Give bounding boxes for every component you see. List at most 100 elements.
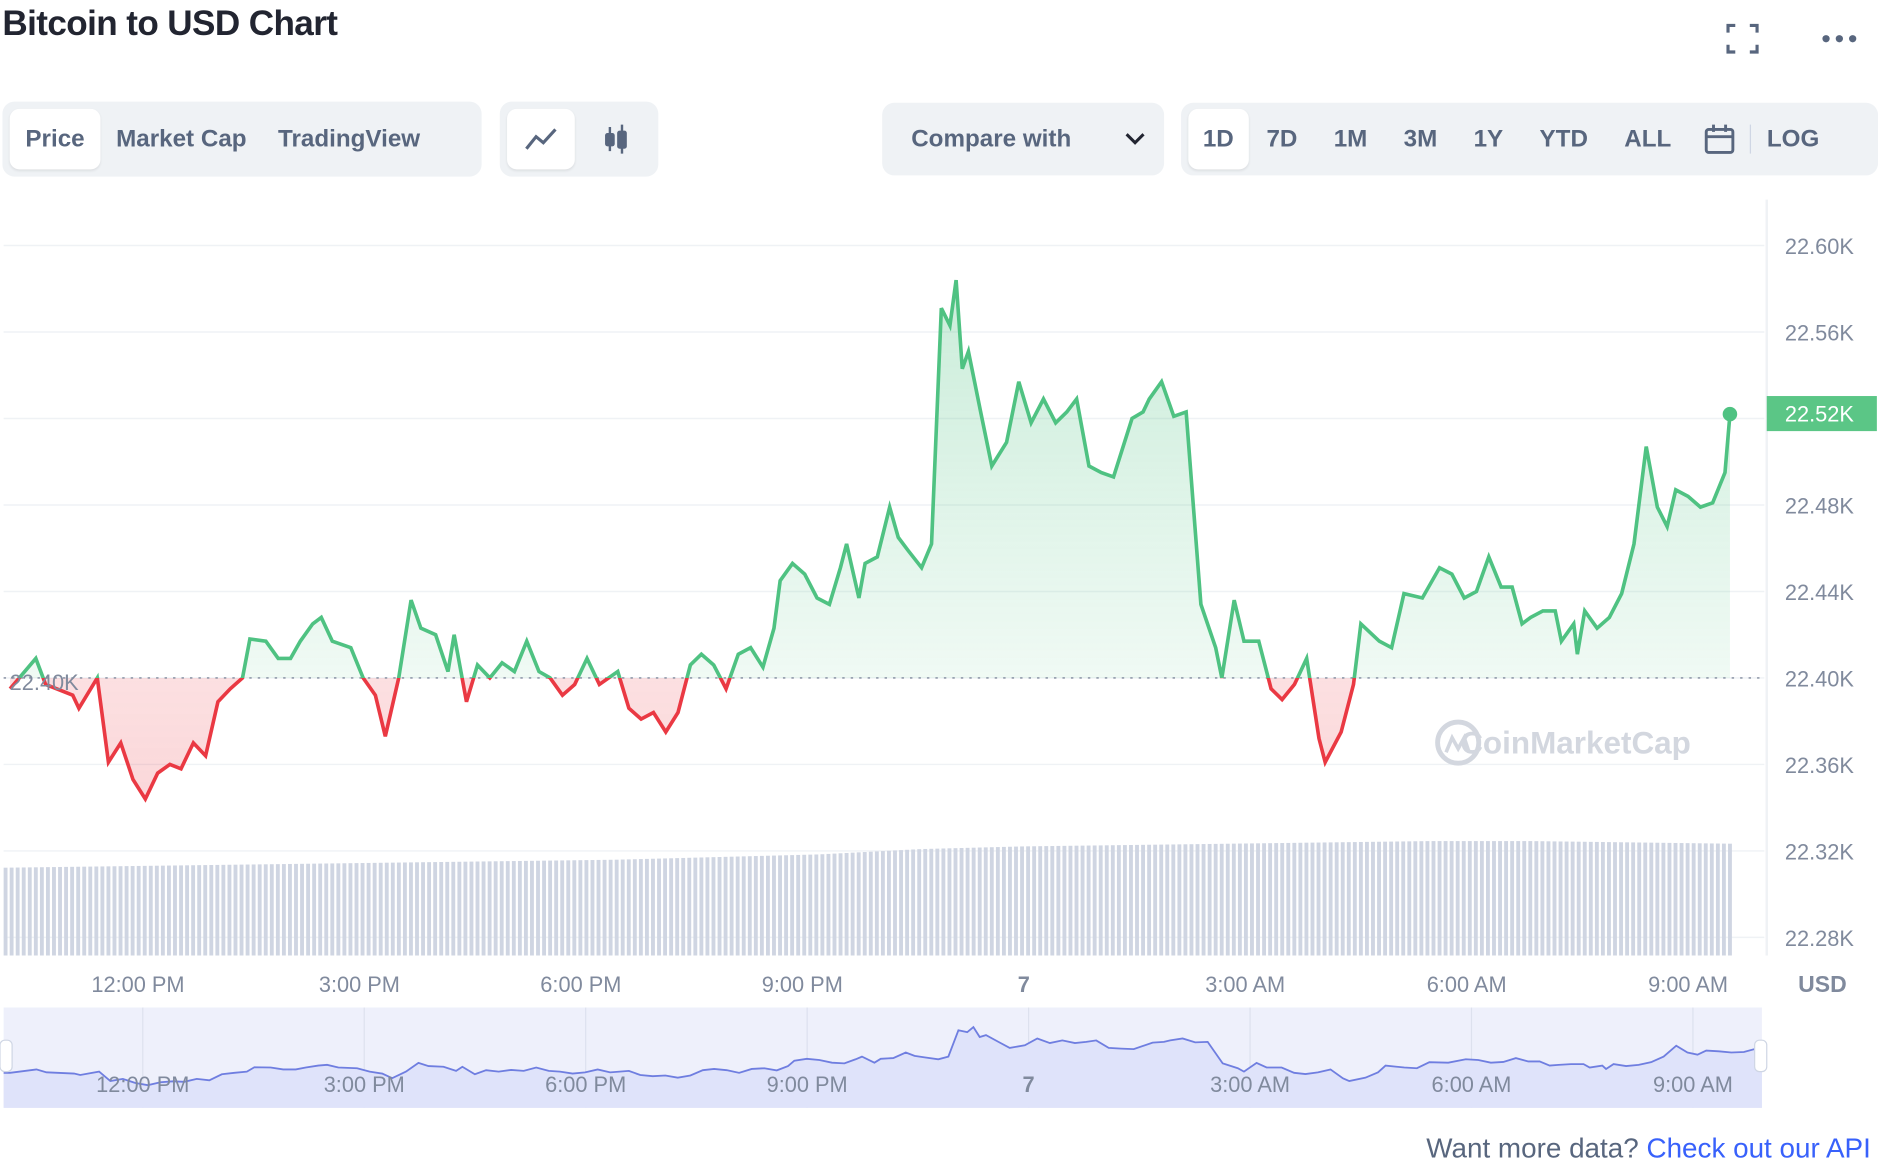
navigator-tick-label: 9:00 PM (767, 1072, 848, 1097)
volume-bar (1607, 842, 1611, 956)
volume-bar (257, 864, 262, 956)
volume-bar (971, 847, 976, 956)
volume-bar (1558, 841, 1563, 956)
navigator-tick-label: 6:00 AM (1432, 1072, 1512, 1097)
volume-bar (197, 865, 202, 956)
volume-bar (977, 847, 982, 956)
volume-bar (1715, 843, 1720, 956)
api-link[interactable]: Check out our API (1646, 1132, 1870, 1163)
volume-bar (1334, 842, 1339, 956)
volume-bar (324, 863, 329, 956)
y-tick-label: 22.44K (1785, 580, 1854, 605)
volume-bar (1286, 842, 1291, 956)
volume-bar (487, 861, 492, 956)
volume-bar (300, 863, 304, 956)
volume-bar (1498, 841, 1502, 956)
footer: Want more data? Check out our API (1426, 1132, 1871, 1165)
volume-bar (45, 867, 50, 956)
volume-bar (711, 857, 716, 956)
volume-bar (493, 861, 498, 956)
volume-bar (523, 860, 528, 956)
volume-bar (1619, 842, 1623, 956)
volume-bar (681, 857, 686, 956)
volume-bar (306, 863, 311, 956)
volume-bar (657, 858, 661, 956)
volume-bar (572, 860, 577, 956)
volume-bar (1280, 843, 1285, 956)
volume-bar (1449, 841, 1454, 956)
volume-bar (1673, 842, 1678, 956)
volume-bar (1068, 845, 1073, 956)
volume-bar (554, 860, 559, 956)
volume-bar (850, 852, 855, 956)
volume-bar (784, 855, 789, 956)
volume-bar (1492, 841, 1496, 956)
volume-bar (1340, 842, 1345, 956)
volume-bar (935, 848, 940, 956)
volume-bar (396, 862, 401, 956)
volume-bar (1358, 841, 1363, 956)
area-fill-down (10, 677, 1730, 799)
volume-bar (463, 861, 468, 956)
volume-bar (874, 851, 879, 956)
volume-bar (281, 864, 286, 956)
volume-bar (221, 864, 226, 956)
volume-bar (1298, 842, 1303, 956)
y-tick-label: 22.32K (1785, 839, 1854, 864)
volume-bar (415, 862, 419, 956)
volume-bar (699, 857, 704, 956)
price-line-down (8, 677, 1357, 803)
volume-bar (759, 855, 764, 956)
x-tick-label: 6:00 PM (540, 972, 621, 997)
volume-bar (880, 851, 885, 956)
x-axis: 12:00 PM 3:00 PM 6:00 PM 9:00 PM 7 3:00 AM 6:0… (91, 972, 1728, 997)
volume-bar (173, 865, 177, 956)
volume-bar (1516, 841, 1521, 956)
volume-bar (1364, 841, 1369, 956)
volume-bar (106, 866, 111, 956)
volume-bar (76, 866, 81, 956)
price-chart[interactable]: CoinMarketCap 22.40K 22.60K22.56K22.52K2… (0, 0, 1878, 1125)
volume-bar (844, 852, 849, 956)
volume-bar (1540, 841, 1545, 956)
volume-bar (1219, 843, 1224, 956)
volume-bar (820, 854, 825, 956)
volume-bar (1189, 844, 1194, 956)
y-tick-label: 22.40K (1785, 666, 1854, 691)
volume-bar (644, 858, 649, 956)
volume-bar (790, 855, 795, 956)
volume-bar (166, 865, 171, 956)
volume-bar (1473, 841, 1478, 956)
volume-bar (590, 860, 595, 956)
volume-bar (1467, 841, 1472, 956)
volume-bar (802, 854, 807, 956)
volume-bar (778, 855, 782, 956)
volume-bar (1570, 841, 1575, 956)
volume-bar (620, 859, 625, 956)
volume-bar (15, 867, 20, 956)
navigator-tick-label: 6:00 PM (545, 1072, 626, 1097)
volume-bar (1371, 841, 1375, 956)
volume-bar (663, 858, 668, 956)
x-tick-label: 9:00 PM (762, 972, 843, 997)
volume-bar (947, 848, 952, 956)
volume-bar (58, 866, 62, 956)
volume-bar (1383, 841, 1388, 956)
volume-bar (1026, 846, 1031, 956)
volume-bar (312, 863, 317, 956)
volume-bar (136, 865, 141, 956)
volume-bar (608, 859, 613, 956)
volume-bar (517, 860, 522, 956)
volume-bar (1074, 845, 1079, 956)
volume-bar (1080, 845, 1085, 956)
volume-bar (100, 866, 105, 956)
volume-bar (9, 867, 14, 956)
volume-bar (1510, 841, 1515, 956)
volume-bar (179, 865, 183, 956)
volume-bar (1504, 841, 1509, 956)
navigator-left-handle[interactable] (0, 1039, 13, 1073)
volume-bar (1195, 844, 1200, 956)
volume-bar (1413, 841, 1418, 956)
volume-bar (1564, 841, 1569, 956)
navigator-right-handle[interactable] (1754, 1039, 1768, 1073)
